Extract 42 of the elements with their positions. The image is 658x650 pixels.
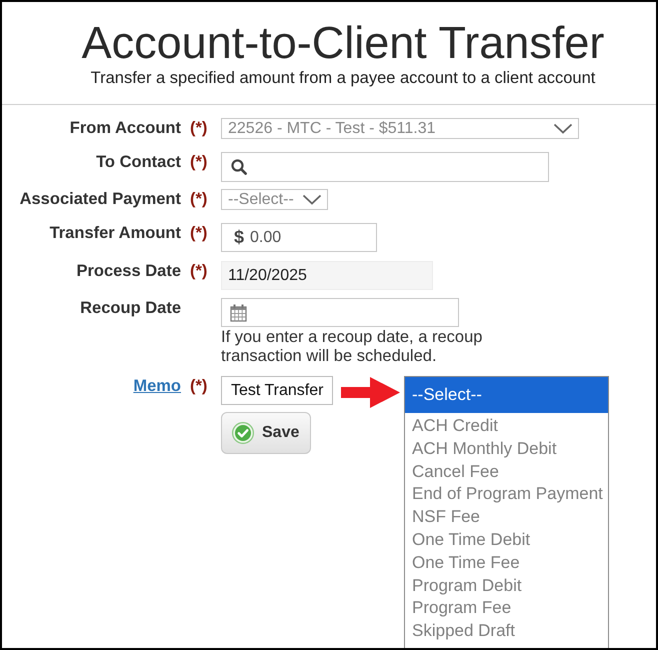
page-subtitle: Transfer a specified amount from a payee account to a client account: [90, 69, 596, 88]
select-field[interactable]: --Select--: [221, 189, 328, 210]
chevron-icon: [302, 194, 322, 205]
arrow-icon: [341, 377, 400, 408]
save-button[interactable]: Save: [221, 412, 311, 454]
select-field[interactable]: 22526 - MTC - Test - $511.31: [221, 118, 579, 139]
label-link[interactable]: Memo: [133, 377, 181, 395]
dropdown-option[interactable]: One Time Debit: [405, 528, 608, 552]
chevron-icon: [553, 123, 573, 134]
required-mark: (*): [190, 119, 208, 137]
dropdown-option[interactable]: Program Debit: [405, 574, 608, 598]
dropdown-option[interactable]: ACH Credit: [405, 415, 608, 438]
field-hint: If you enter a recoup date, a recoup transaction will be scheduled.: [221, 328, 484, 366]
dropdown-option[interactable]: End of Program Payment: [405, 483, 608, 506]
required-mark: (*): [190, 153, 208, 171]
page-title: Account-to-Client Transfer: [80, 17, 606, 69]
check-circle-icon: [232, 422, 254, 444]
readonly-field[interactable]: 11/20/2025: [221, 261, 433, 290]
dropdown-option[interactable]: ACH Monthly Debit: [405, 438, 608, 461]
text-field[interactable]: Test Transfer: [221, 376, 334, 405]
field-label: Process Date: [76, 262, 181, 280]
dropdown-option[interactable]: --Select--: [405, 377, 608, 413]
field-label: Transfer Amount: [50, 224, 181, 242]
amount-field[interactable]: $ 0.00: [221, 223, 377, 252]
required-mark: (*): [190, 190, 208, 208]
date-field[interactable]: [221, 298, 459, 327]
search-field[interactable]: [221, 152, 549, 182]
dropdown-option[interactable]: One Time Fee: [405, 552, 608, 575]
field-label: Associated Payment: [20, 190, 181, 208]
dropdown-option[interactable]: Program Fee: [405, 597, 608, 620]
required-mark: (*): [190, 262, 208, 280]
required-mark: (*): [190, 224, 208, 242]
field-label: Recoup Date: [80, 299, 181, 317]
dropdown-option[interactable]: Cancel Fee: [405, 460, 608, 484]
dropdown-option[interactable]: Skipped Draft: [405, 620, 608, 643]
calendar-icon: [230, 304, 247, 322]
currency-symbol: $: [234, 227, 244, 248]
search-icon: [231, 159, 247, 175]
required-mark: (*): [190, 377, 208, 395]
field-label: To Contact: [96, 153, 181, 171]
dropdown-option[interactable]: NSF Fee: [405, 506, 608, 529]
field-label: From Account: [70, 119, 181, 137]
